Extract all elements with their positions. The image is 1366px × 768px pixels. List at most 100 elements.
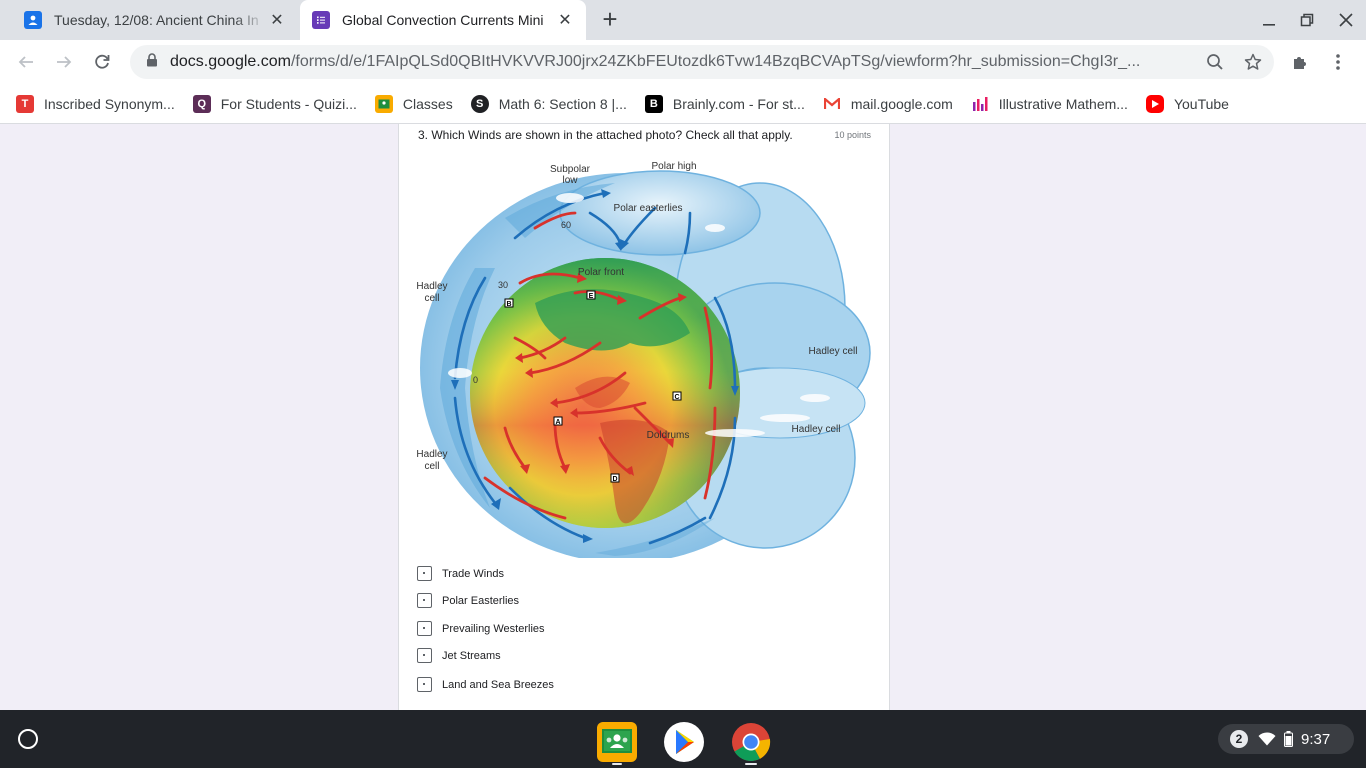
label-hadley-top: Hadley [416,281,447,292]
marker-c: C [674,394,679,401]
label-lat-30: 30 [498,280,508,290]
chrome-app-icon[interactable] [731,722,771,762]
bookmark-inscribed-synonym[interactable]: T Inscribed Synonym... [16,94,175,113]
address-bar[interactable]: docs.google.com /forms/d/e/1FAIpQLSd0QBI… [130,45,1274,79]
app-running-indicator [745,763,757,765]
checkbox[interactable] [417,566,432,581]
label-lat-60: 60 [561,220,571,230]
label-subpolar: Subpolar [550,164,591,175]
option-label: Trade Winds [442,567,504,580]
bookmark-favicon-icon: Q [192,94,211,113]
bookmark-youtube[interactable]: YouTube [1145,94,1229,113]
bookmark-label: YouTube [1173,95,1229,112]
new-tab-button[interactable]: + [596,6,624,34]
gmail-icon [822,94,841,113]
tab-title: Global Convection Currents Mini [342,12,544,28]
bookmark-label: Inscribed Synonym... [44,95,175,112]
reload-icon[interactable] [88,48,116,76]
bookmark-gmail[interactable]: mail.google.com [822,94,953,113]
close-tab-icon[interactable]: ✕ [554,9,576,31]
marker-e: E [589,293,594,300]
wifi-icon [1258,732,1276,746]
label-polar-front: Polar front [578,267,624,278]
launcher-icon[interactable] [18,729,38,749]
checkbox[interactable] [417,593,432,608]
tab-title: Tuesday, 12/08: Ancient China In [54,12,259,28]
bookmark-label: Illustrative Mathem... [998,95,1128,112]
bookmark-brainly[interactable]: B Brainly.com - For st... [644,94,805,113]
option-trade-winds[interactable]: Trade Winds [417,566,504,581]
option-prevailing-westerlies[interactable]: Prevailing Westerlies [417,621,545,636]
bookmarks-bar: T Inscribed Synonym... Q For Students - … [0,84,1366,124]
bookmark-classes[interactable]: Classes [374,94,453,113]
option-label: Polar Easterlies [442,594,520,607]
menu-kebab-icon[interactable] [1321,45,1355,79]
marker-a: A [555,419,560,426]
tab-ancient-china[interactable]: Tuesday, 12/08: Ancient China In ✕ [0,0,298,40]
question-title: 3. Which Winds are shown in the attached… [418,128,793,142]
bookmark-label: mail.google.com [850,95,953,112]
bookmark-favicon-icon: B [644,94,663,113]
marker-b: B [506,301,511,308]
bookmark-favicon-icon [374,94,393,113]
chromeos-shelf: 2 9:37 [0,710,1366,768]
checkbox[interactable] [417,677,432,692]
option-label: Land and Sea Breezes [442,678,554,691]
label-polar-high: Polar high [651,161,696,172]
label-polar-easterlies: Polar easterlies [614,203,683,214]
option-polar-easterlies[interactable]: Polar Easterlies [417,593,519,608]
bookmark-illustrative-math[interactable]: Illustrative Mathem... [971,95,1128,113]
app-running-indicator [612,763,622,765]
question-points: 10 points [834,130,871,140]
close-window-icon[interactable] [1331,6,1361,34]
zoom-icon[interactable] [1198,45,1232,79]
clock: 9:37 [1301,730,1331,748]
bookmark-favicon-icon: T [16,94,34,113]
notification-count: 2 [1230,730,1248,748]
tab-global-convection[interactable]: Global Convection Currents Mini ✕ [300,0,586,40]
bookmark-math6[interactable]: S Math 6: Section 8 |... [470,94,627,113]
question-card: 3. Which Winds are shown in the attached… [398,124,890,710]
global-convection-diagram: Subpolar low Polar high Polar easterlies… [416,161,871,558]
bookmark-label: Math 6: Section 8 |... [498,95,627,112]
label-hadley-bottom: Hadley [416,449,447,460]
option-land-sea-breezes[interactable]: Land and Sea Breezes [417,677,554,692]
browser-toolbar: docs.google.com /forms/d/e/1FAIpQLSd0QBI… [0,40,1366,84]
back-arrow-icon[interactable] [12,48,40,76]
label-cell-top: cell [424,293,439,304]
classroom-favicon-icon [24,11,42,29]
bookmark-label: Brainly.com - For st... [672,95,805,112]
bookmark-favicon-icon [971,95,989,113]
lock-icon[interactable] [146,52,160,72]
play-store-app-icon[interactable] [664,722,704,762]
bookmark-star-icon[interactable] [1236,45,1270,79]
bookmark-label: For Students - Quizi... [220,95,357,112]
extensions-icon[interactable] [1283,45,1317,79]
checkbox[interactable] [417,621,432,636]
label-low: low [562,175,578,186]
youtube-icon [1145,94,1164,113]
battery-icon [1284,731,1293,747]
label-cell-bottom: cell [424,461,439,472]
forms-favicon-icon [312,11,330,29]
bookmark-label: Classes [402,95,453,112]
label-hadley-cell-lower: Hadley cell [792,424,841,435]
restore-icon[interactable] [1292,6,1322,34]
google-classroom-app-icon[interactable] [597,722,637,762]
minimize-icon[interactable] [1254,6,1284,34]
status-tray[interactable]: 2 9:37 [1218,724,1354,754]
label-doldrums: Doldrums [647,430,690,441]
tab-strip: Tuesday, 12/08: Ancient China In ✕ Globa… [0,0,1366,40]
label-hadley-cell-right: Hadley cell [809,346,858,357]
url-path: /forms/d/e/1FAIpQLSd0QBItHVKVVRJ00jrx24Z… [290,53,1141,70]
option-jet-streams[interactable]: Jet Streams [417,648,501,663]
forward-arrow-icon[interactable] [50,48,78,76]
marker-d: D [612,476,617,483]
bookmark-quizizz[interactable]: Q For Students - Quizi... [192,94,357,113]
close-tab-icon[interactable]: ✕ [266,9,288,31]
checkbox[interactable] [417,648,432,663]
option-label: Prevailing Westerlies [442,622,545,635]
bookmark-favicon-icon: S [470,94,489,113]
option-label: Jet Streams [442,649,501,662]
url-host: docs.google.com [170,53,291,70]
